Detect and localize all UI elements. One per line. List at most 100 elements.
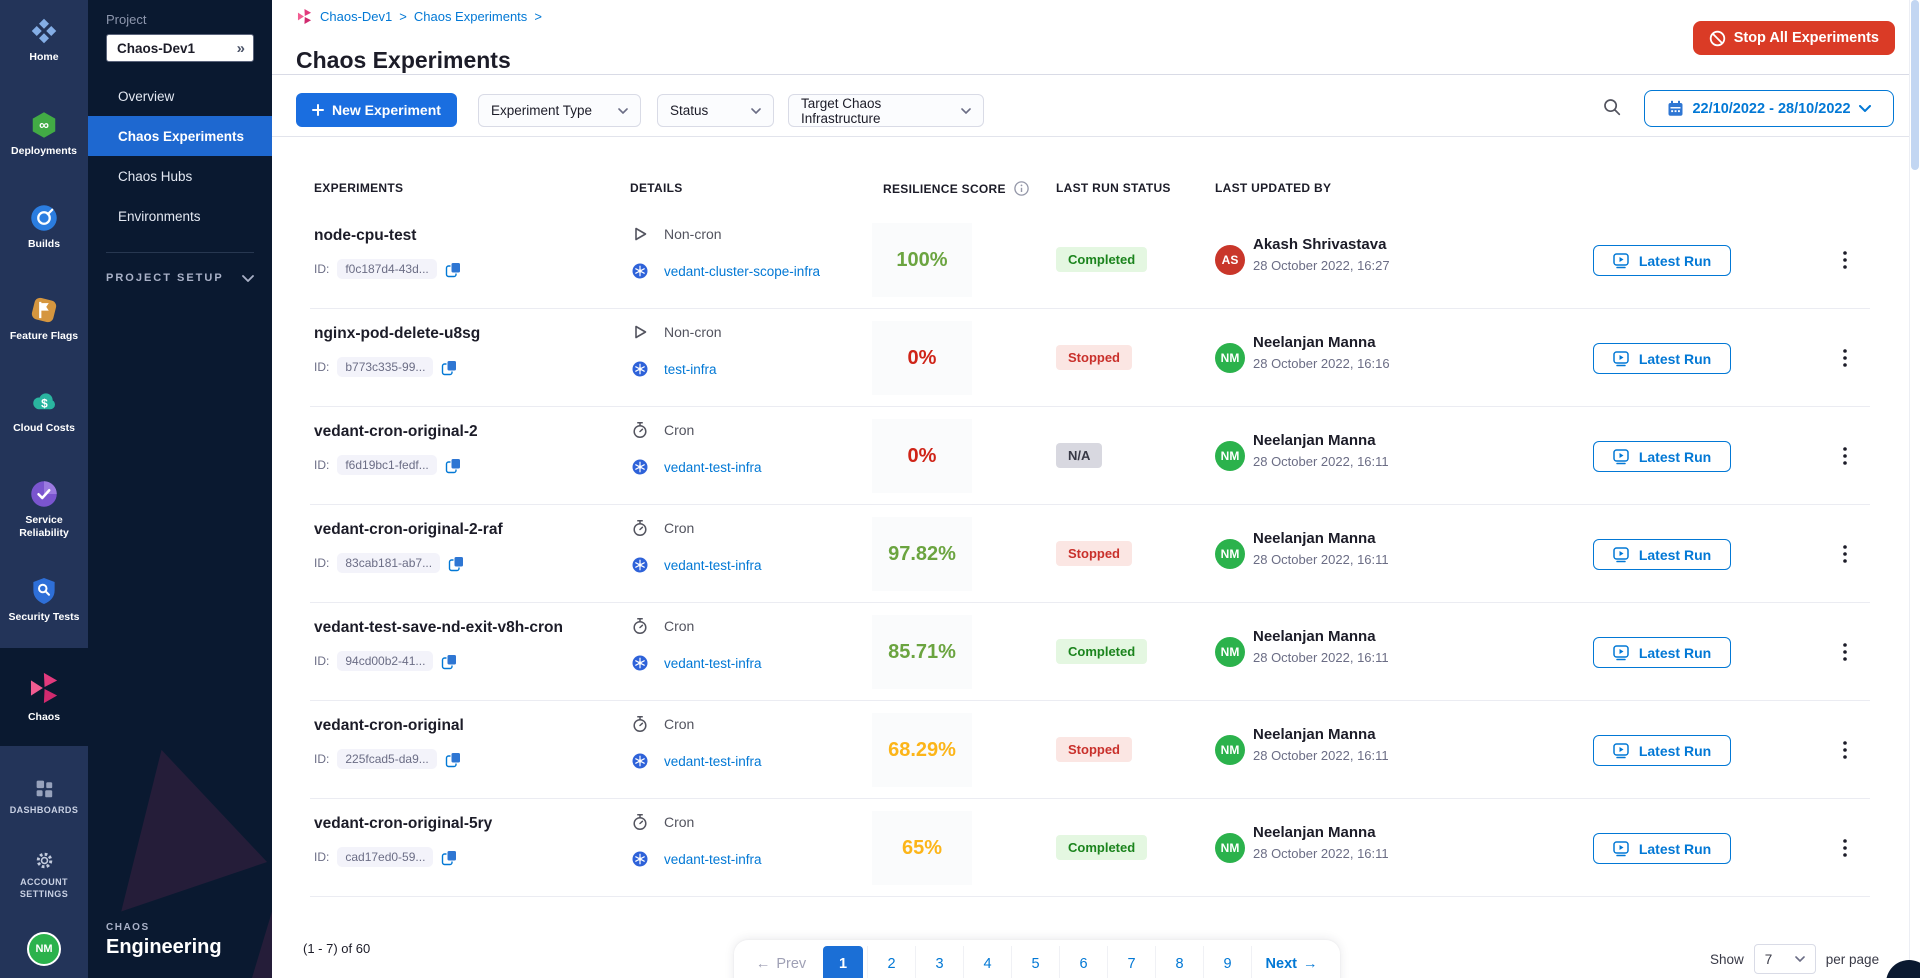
experiment-name[interactable]: vedant-cron-original-5ry xyxy=(314,815,492,833)
pagination-page-4[interactable]: 4 xyxy=(963,946,1011,978)
nav-label: ACCOUNT SETTINGS xyxy=(2,876,86,900)
project-label: Project xyxy=(106,12,146,27)
infrastructure-link[interactable]: vedant-test-infra xyxy=(664,656,762,671)
copy-icon[interactable] xyxy=(441,653,458,670)
experiment-name[interactable]: node-cpu-test xyxy=(314,227,416,245)
kubernetes-icon xyxy=(630,361,650,377)
breadcrumb-experiments-link[interactable]: Chaos Experiments xyxy=(414,9,527,24)
copy-icon[interactable] xyxy=(445,457,462,474)
infrastructure-link[interactable]: vedant-test-infra xyxy=(664,558,762,573)
kebab-menu-icon[interactable] xyxy=(1832,636,1858,668)
sidebar-item-dashboards[interactable]: DASHBOARDS xyxy=(0,778,88,816)
kebab-menu-icon[interactable] xyxy=(1832,832,1858,864)
sidebar-item-overview[interactable]: Overview xyxy=(88,76,272,116)
copy-icon[interactable] xyxy=(445,751,462,768)
kebab-menu-icon[interactable] xyxy=(1832,342,1858,374)
target-infrastructure-dropdown[interactable]: Target Chaos Infrastructure xyxy=(788,94,984,127)
experiment-name[interactable]: vedant-cron-original-2 xyxy=(314,423,478,441)
sidebar-item-chaos-experiments[interactable]: Chaos Experiments xyxy=(88,116,272,156)
experiment-id: 225fcad5-da9... xyxy=(337,749,436,769)
latest-run-button[interactable]: Latest Run xyxy=(1593,343,1731,374)
sidebar-item-chaos-hubs[interactable]: Chaos Hubs xyxy=(88,156,272,196)
info-icon[interactable] xyxy=(1014,181,1029,196)
sidebar-item-security-tests[interactable]: Security Tests xyxy=(0,576,88,624)
copy-icon[interactable] xyxy=(445,261,462,278)
infrastructure-link[interactable]: test-infra xyxy=(664,362,717,377)
user-avatar[interactable]: NM xyxy=(27,932,61,966)
arrow-right-icon: → xyxy=(1303,956,1318,972)
sidebar-item-environments[interactable]: Environments xyxy=(88,196,272,236)
sidebar-item-builds[interactable]: Builds xyxy=(0,203,88,251)
latest-run-button[interactable]: Latest Run xyxy=(1593,539,1731,570)
infrastructure-link[interactable]: vedant-test-infra xyxy=(664,852,762,867)
pagination-next-button[interactable]: Next → xyxy=(1251,946,1331,978)
pagination-page-7[interactable]: 7 xyxy=(1107,946,1155,978)
new-experiment-button[interactable]: New Experiment xyxy=(296,93,457,127)
home-icon xyxy=(29,16,59,46)
experiment-name[interactable]: vedant-cron-original xyxy=(314,717,464,735)
search-button[interactable] xyxy=(1602,97,1622,117)
sidebar-item-deployments[interactable]: ∞ Deployments xyxy=(0,110,88,158)
latest-run-button[interactable]: Latest Run xyxy=(1593,833,1731,864)
experiment-id-row: ID: f6d19bc1-fedf... xyxy=(314,455,462,475)
infrastructure-link[interactable]: vedant-cluster-scope-infra xyxy=(664,264,820,279)
chaos-experiments-page: Home ∞ Deployments Builds Feature Flags … xyxy=(0,0,1920,978)
resilience-score-box: 65% xyxy=(872,811,972,885)
dashboards-icon xyxy=(34,778,55,799)
experiment-name[interactable]: vedant-test-save-nd-exit-v8h-cron xyxy=(314,619,563,637)
breadcrumb-separator: > xyxy=(399,9,407,24)
pagination-prev-button[interactable]: ← Prev xyxy=(743,946,819,978)
stop-all-experiments-button[interactable]: Stop All Experiments xyxy=(1693,21,1895,55)
schedule-label: Cron xyxy=(664,520,694,536)
pagination-page-3[interactable]: 3 xyxy=(915,946,963,978)
nav-label: Environments xyxy=(118,209,201,224)
kebab-menu-icon[interactable] xyxy=(1832,538,1858,570)
copy-icon[interactable] xyxy=(441,359,458,376)
updated-by-name: Neelanjan Manna xyxy=(1253,726,1376,743)
pagination-page-9[interactable]: 9 xyxy=(1203,946,1251,978)
nav-label: Chaos Experiments xyxy=(118,129,244,144)
sidebar-item-account-settings[interactable]: ACCOUNT SETTINGS xyxy=(0,850,88,900)
sidebar-item-cloud-costs[interactable]: $ Cloud Costs xyxy=(0,387,88,435)
sidebar-item-service-reliability[interactable]: Service Reliability xyxy=(0,479,88,540)
page-size-select[interactable]: 7 xyxy=(1754,944,1816,974)
user-avatar-rail[interactable]: NM xyxy=(0,932,88,966)
infrastructure-link[interactable]: vedant-test-infra xyxy=(664,754,762,769)
sidebar-item-chaos[interactable]: Chaos xyxy=(0,648,88,746)
experiment-id-row: ID: 225fcad5-da9... xyxy=(314,749,462,769)
copy-icon[interactable] xyxy=(448,555,465,572)
double-chevron-icon[interactable]: » xyxy=(237,40,245,57)
copy-icon[interactable] xyxy=(441,849,458,866)
infrastructure-link[interactable]: vedant-test-infra xyxy=(664,460,762,475)
pagination-page-2[interactable]: 2 xyxy=(867,946,915,978)
kebab-menu-icon[interactable] xyxy=(1832,244,1858,276)
sidebar-item-home[interactable]: Home xyxy=(0,16,88,64)
pagination-page-8[interactable]: 8 xyxy=(1155,946,1203,978)
project-name-input[interactable] xyxy=(115,40,231,57)
kebab-menu-icon[interactable] xyxy=(1832,734,1858,766)
scrollbar-thumb[interactable] xyxy=(1911,0,1919,170)
sidebar-item-feature-flags[interactable]: Feature Flags xyxy=(0,295,88,343)
status-dropdown[interactable]: Status xyxy=(657,94,774,127)
pagination-page-5[interactable]: 5 xyxy=(1011,946,1059,978)
latest-run-button[interactable]: Latest Run xyxy=(1593,735,1731,766)
experiment-id: 94cd00b2-41... xyxy=(337,651,433,671)
kubernetes-icon xyxy=(630,459,650,475)
resilience-score-box: 0% xyxy=(872,419,972,493)
page-scrollbar[interactable] xyxy=(1909,0,1920,978)
latest-run-button[interactable]: Latest Run xyxy=(1593,245,1731,276)
pagination-page-6[interactable]: 6 xyxy=(1059,946,1107,978)
project-selector[interactable]: » xyxy=(106,34,254,62)
experiment-name[interactable]: nginx-pod-delete-u8sg xyxy=(314,325,480,343)
latest-run-button[interactable]: Latest Run xyxy=(1593,637,1731,668)
date-range-picker[interactable]: 22/10/2022 - 28/10/2022 xyxy=(1644,90,1894,127)
experiment-id-row: ID: b773c335-99... xyxy=(314,357,458,377)
experiment-type-dropdown[interactable]: Experiment Type xyxy=(478,94,641,127)
project-setup-toggle[interactable]: PROJECT SETUP xyxy=(106,272,254,284)
pagination-page-1[interactable]: 1 xyxy=(823,946,863,978)
kebab-menu-icon[interactable] xyxy=(1832,440,1858,472)
breadcrumb-project-link[interactable]: Chaos-Dev1 xyxy=(320,9,392,24)
experiment-name[interactable]: vedant-cron-original-2-raf xyxy=(314,521,503,539)
experiment-id: b773c335-99... xyxy=(337,357,433,377)
latest-run-button[interactable]: Latest Run xyxy=(1593,441,1731,472)
